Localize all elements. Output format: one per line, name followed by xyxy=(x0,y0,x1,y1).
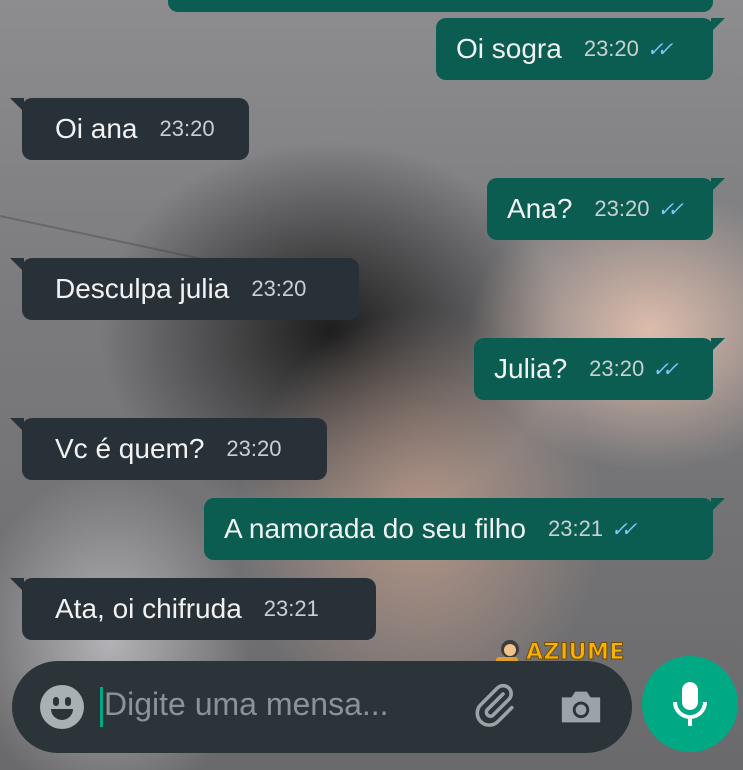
message-bubble-outgoing[interactable]: Oi sogra 23:20 ✓✓ xyxy=(436,18,725,80)
message-text: Julia? xyxy=(494,353,568,384)
message-time: 23:20 xyxy=(251,276,307,301)
message-text: Ana? xyxy=(507,193,573,224)
paperclip-icon[interactable] xyxy=(470,681,518,729)
message-composer[interactable]: Digite uma mensa... xyxy=(12,661,632,753)
message-time: 23:20 xyxy=(594,196,650,221)
message-bubble-incoming[interactable]: Desculpa julia 23:20 xyxy=(10,258,359,320)
message-bubble-outgoing[interactable]: Ana? 23:20 ✓✓ xyxy=(487,178,725,240)
message-bubble-incoming[interactable]: Vc é quem? 23:20 xyxy=(10,418,327,480)
message-text: Vc é quem? xyxy=(55,433,205,464)
read-receipt-icon: ✓✓ xyxy=(646,38,673,61)
message-text: Oi ana xyxy=(55,113,138,144)
read-receipt-icon: ✓✓ xyxy=(657,198,683,221)
message-time: 23:20 xyxy=(159,116,215,141)
message-text: Desculpa julia xyxy=(55,273,230,304)
message-time: 23:21 xyxy=(547,516,604,541)
emoji-icon[interactable] xyxy=(40,685,84,729)
message-text: A namorada do seu filho xyxy=(224,513,526,544)
message-time: 23:20 xyxy=(583,36,639,61)
read-receipt-icon: ✓✓ xyxy=(611,518,637,541)
message-bubble-incoming[interactable]: Oi ana 23:20 xyxy=(10,98,249,160)
message-bubble-outgoing[interactable]: A namorada do seu filho 23:21 ✓✓ xyxy=(204,498,725,560)
camera-icon[interactable] xyxy=(558,685,604,729)
message-input[interactable]: Digite uma mensa... xyxy=(104,686,389,723)
read-receipt-icon: ✓✓ xyxy=(652,358,678,381)
microphone-button[interactable] xyxy=(642,656,738,752)
previous-message-bubble xyxy=(168,0,713,12)
message-text: Ata, oi chifruda xyxy=(55,593,242,624)
message-time: 23:20 xyxy=(226,436,282,461)
message-text: Oi sogra xyxy=(456,33,562,64)
text-cursor xyxy=(100,687,103,727)
microphone-icon xyxy=(673,682,707,726)
message-time: 23:21 xyxy=(263,596,319,621)
message-time: 23:20 xyxy=(589,356,645,381)
message-bubble-incoming[interactable]: Ata, oi chifruda 23:21 xyxy=(10,578,376,640)
message-bubble-outgoing[interactable]: Julia? 23:20 ✓✓ xyxy=(474,338,725,400)
